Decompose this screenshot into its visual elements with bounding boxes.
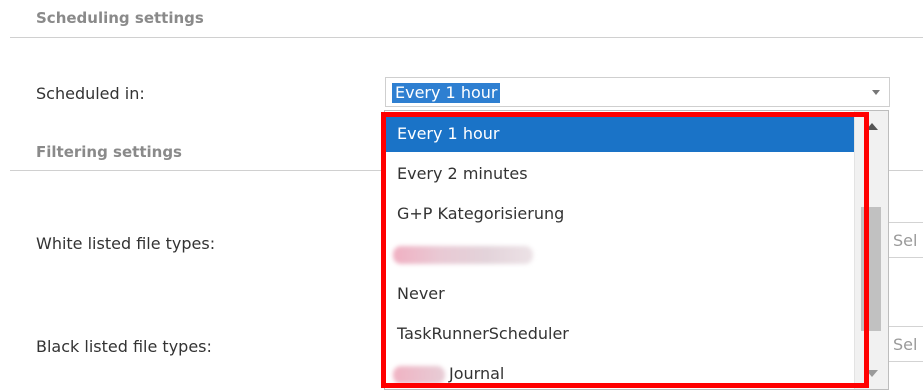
scroll-down-arrow-icon[interactable] [866, 370, 878, 377]
dropdown-option-redacted[interactable] [385, 236, 854, 272]
white-listed-file-types-select[interactable]: Sel [884, 222, 923, 258]
selected-value: Every 1 hour [392, 83, 501, 103]
select-placeholder: Sel [893, 335, 918, 354]
scroll-up-arrow-icon[interactable] [866, 123, 878, 130]
scheduling-divider [10, 37, 923, 38]
dropdown-option-gp-kategorisierung[interactable]: G+P Kategorisierung [385, 196, 854, 232]
dropdown-option-journal[interactable]: Journal [385, 356, 854, 389]
scheduling-settings-title: Scheduling settings [36, 9, 204, 27]
black-listed-file-types-label: Black listed file types: [36, 337, 212, 356]
dropdown-option-every-1-hour[interactable]: Every 1 hour [385, 116, 854, 152]
dropdown-option-every-2-minutes[interactable]: Every 2 minutes [385, 156, 854, 192]
filtering-settings-title: Filtering settings [36, 143, 182, 161]
journal-label: Journal [449, 364, 505, 383]
black-listed-file-types-select[interactable]: Sel [884, 326, 923, 362]
redacted-text [393, 246, 533, 264]
white-listed-file-types-label: White listed file types: [36, 234, 216, 253]
select-placeholder: Sel [893, 231, 918, 250]
scheduled-in-dropdown-list[interactable]: Every 1 hour Every 2 minutes G+P Kategor… [384, 110, 889, 390]
dropdown-option-never[interactable]: Never [385, 276, 854, 312]
dropdown-option-taskrunnerscheduler[interactable]: TaskRunnerScheduler [385, 316, 854, 352]
dropdown-scrollbar[interactable] [854, 111, 888, 389]
scroll-thumb[interactable] [861, 207, 881, 331]
scheduled-in-select[interactable]: Every 1 hour [385, 77, 890, 107]
redacted-text [393, 366, 445, 384]
scheduled-in-label: Scheduled in: [36, 84, 145, 103]
chevron-down-icon[interactable] [872, 90, 880, 95]
